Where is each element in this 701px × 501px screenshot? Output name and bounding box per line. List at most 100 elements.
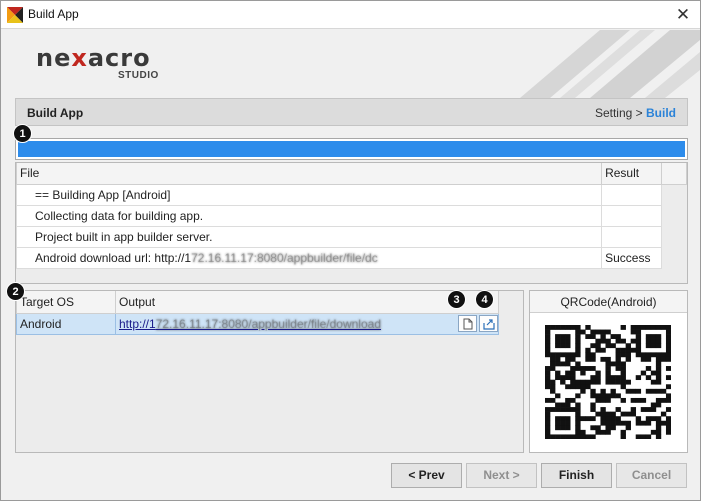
banner: nexacro STUDIO xyxy=(1,30,700,98)
qr-module xyxy=(560,402,566,408)
qr-module xyxy=(600,411,606,417)
qr-module xyxy=(545,411,551,417)
table-row[interactable]: Android http://172.16.11.17:8080/appbuil… xyxy=(16,312,499,335)
qr-module xyxy=(620,379,626,385)
qr-module xyxy=(590,356,596,362)
qr-module xyxy=(625,411,631,417)
next-button[interactable]: Next > xyxy=(466,463,537,488)
qr-module xyxy=(570,370,576,376)
qr-module xyxy=(635,347,642,353)
qr-module xyxy=(615,347,621,353)
table-row[interactable]: Collecting data for building app. xyxy=(16,204,687,227)
qr-module xyxy=(625,356,631,362)
qr-module xyxy=(570,375,576,381)
qr-module xyxy=(545,347,551,353)
log-result-cell xyxy=(601,183,663,206)
output-header-row: Target OS Output xyxy=(16,291,499,314)
qr-module xyxy=(595,375,601,381)
qr-module xyxy=(580,370,586,376)
copy-url-button[interactable] xyxy=(458,315,477,332)
output-table[interactable]: Target OS Output Android http://172.16.1… xyxy=(15,290,524,453)
progress-fill xyxy=(18,141,685,157)
qr-module xyxy=(590,366,596,371)
output-url-cell[interactable]: http://172.16.11.17:8080/appbuilder/file… xyxy=(115,312,499,335)
qr-module xyxy=(605,397,611,403)
qr-module xyxy=(610,420,616,426)
qr-module xyxy=(575,416,581,422)
callout-badge-4: 4 xyxy=(475,290,494,309)
qr-module xyxy=(565,361,571,367)
close-button[interactable]: ✕ xyxy=(672,4,694,26)
qr-module xyxy=(625,347,631,353)
qr-module xyxy=(665,325,671,330)
qr-module xyxy=(665,393,671,399)
qr-module xyxy=(620,361,626,367)
breadcrumb-setting: Setting xyxy=(594,106,633,120)
qr-module xyxy=(655,356,662,362)
table-row[interactable]: == Building App [Android] xyxy=(16,183,687,206)
cancel-button[interactable]: Cancel xyxy=(616,463,687,488)
qr-module xyxy=(565,425,571,431)
qr-module xyxy=(565,416,571,422)
qr-module xyxy=(550,434,556,439)
qr-module xyxy=(585,366,591,371)
qr-module xyxy=(545,366,551,371)
qr-module xyxy=(620,429,626,435)
qr-module xyxy=(645,416,652,422)
qr-module xyxy=(575,434,581,439)
qr-module xyxy=(615,338,621,344)
qr-module xyxy=(650,338,657,344)
qr-module xyxy=(605,411,611,417)
qr-module xyxy=(650,343,657,349)
qr-module xyxy=(575,429,581,435)
qr-module xyxy=(595,425,601,431)
table-row[interactable]: Android download url: http://172.16.11.1… xyxy=(16,246,687,269)
qr-module xyxy=(585,384,591,390)
qr-module xyxy=(605,416,611,422)
qr-module xyxy=(585,334,591,339)
qr-module xyxy=(550,384,556,390)
nexacro-logo: nexacro STUDIO xyxy=(36,44,159,81)
qr-module xyxy=(545,434,551,439)
qr-module xyxy=(665,420,671,426)
qr-module xyxy=(650,416,657,422)
qr-module xyxy=(595,343,601,349)
qr-module xyxy=(645,366,652,371)
qr-module xyxy=(590,388,596,394)
log-result-cell xyxy=(601,225,663,248)
qr-module xyxy=(600,338,606,344)
qr-module xyxy=(555,334,561,339)
qr-module xyxy=(545,329,551,335)
qr-module xyxy=(545,334,551,339)
table-row[interactable]: Project built in app builder server. xyxy=(16,225,687,248)
qr-module xyxy=(605,329,611,335)
log-file-cell: == Building App [Android] xyxy=(16,183,603,206)
qr-module xyxy=(645,388,652,394)
qr-module xyxy=(620,384,626,390)
qr-module xyxy=(650,402,657,408)
qr-module xyxy=(650,429,657,435)
qr-module xyxy=(610,425,616,431)
qr-module xyxy=(640,434,647,439)
qr-module xyxy=(625,420,631,426)
prev-button[interactable]: < Prev xyxy=(391,463,462,488)
qr-module xyxy=(620,366,626,371)
qr-module xyxy=(615,375,621,381)
finish-button[interactable]: Finish xyxy=(541,463,612,488)
log-header-row: File Result xyxy=(16,163,687,185)
column-header-result: Result xyxy=(601,163,663,185)
qr-module xyxy=(590,343,596,349)
qr-module xyxy=(605,379,611,385)
qr-module xyxy=(595,397,601,403)
qr-module xyxy=(565,338,571,344)
build-log-table[interactable]: File Result == Building App [Android] Co… xyxy=(15,162,688,284)
open-url-button[interactable] xyxy=(479,315,498,332)
download-url-link[interactable]: http://172.16.11.17:8080/appbuilder/file… xyxy=(119,317,381,331)
qr-module xyxy=(665,407,671,412)
qr-module xyxy=(650,334,657,339)
qr-module xyxy=(565,375,571,381)
qr-module xyxy=(575,420,581,426)
qr-module xyxy=(620,325,626,330)
qr-module xyxy=(655,429,662,435)
qr-module xyxy=(565,343,571,349)
